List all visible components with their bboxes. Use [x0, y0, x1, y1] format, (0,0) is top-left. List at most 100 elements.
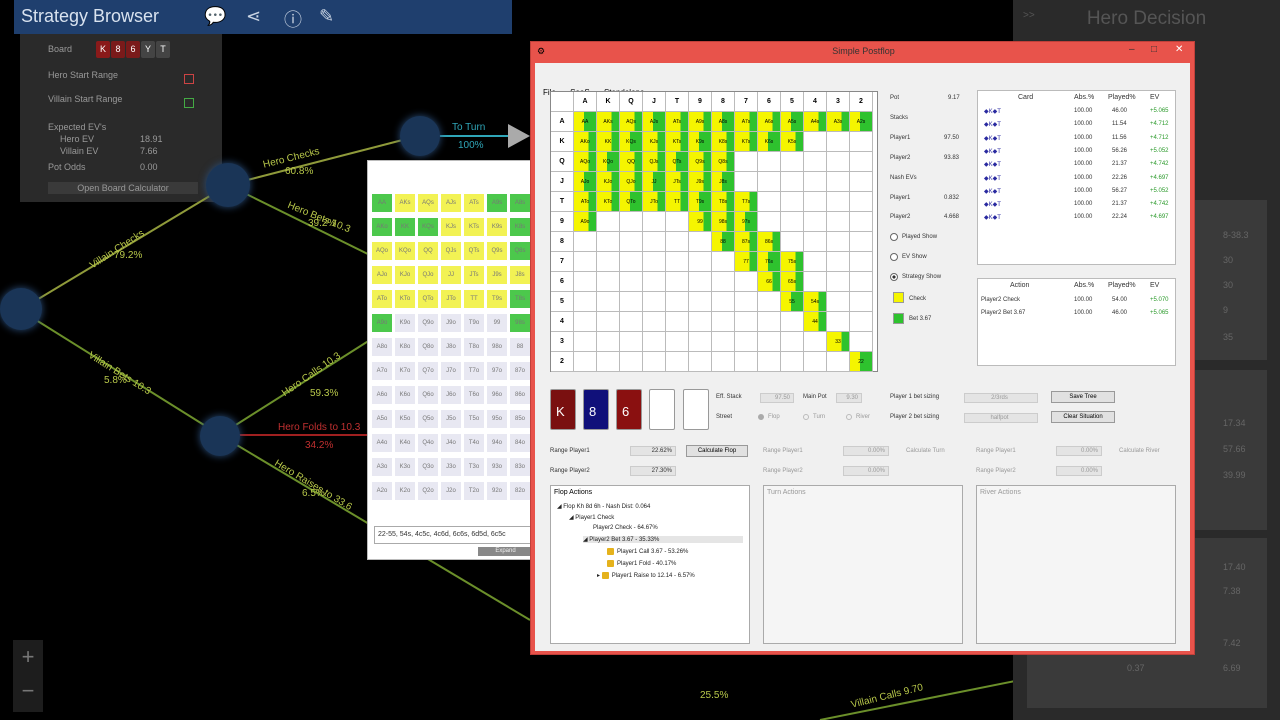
card-combo-icon[interactable]: ◆K◆T	[984, 175, 1001, 182]
grid-cell[interactable]	[666, 292, 689, 312]
range-cell[interactable]: QQ	[418, 242, 438, 260]
range-cell[interactable]: T9o	[464, 314, 484, 332]
tree-line[interactable]: Player1 Fold - 40.17%	[607, 560, 676, 567]
grid-cell[interactable]	[781, 172, 804, 192]
zoom-out-button[interactable]: −	[13, 674, 43, 708]
range-cell[interactable]: T4o	[464, 434, 484, 452]
tree-node-root[interactable]	[0, 288, 42, 330]
grid-cell[interactable]	[597, 352, 620, 372]
grid-cell[interactable]	[643, 232, 666, 252]
range-cell[interactable]: K4o	[395, 434, 415, 452]
range-cell[interactable]: AKo	[372, 218, 392, 236]
grid-cell[interactable]: AQs	[620, 112, 643, 132]
grid-cell[interactable]	[666, 272, 689, 292]
range-cell[interactable]: TT	[464, 290, 484, 308]
grid-cell[interactable]	[804, 152, 827, 172]
grid-cell[interactable]: 88	[712, 232, 735, 252]
range-cell[interactable]: T6o	[464, 386, 484, 404]
grid-cell[interactable]: A4s	[804, 112, 827, 132]
card-combo-icon[interactable]: ◆K◆T	[984, 148, 1001, 155]
action-name[interactable]: Player2 Bet 3.67	[981, 310, 1025, 316]
grid-cell[interactable]	[666, 312, 689, 332]
grid-cell[interactable]	[620, 272, 643, 292]
grid-cell[interactable]: A3s	[827, 112, 850, 132]
grid-cell[interactable]	[781, 212, 804, 232]
grid-cell[interactable]: A2s	[850, 112, 873, 132]
grid-cell[interactable]: A7s	[735, 112, 758, 132]
grid-cell[interactable]	[620, 332, 643, 352]
range-cell[interactable]: T8o	[464, 338, 484, 356]
range-cell[interactable]: Q8o	[418, 338, 438, 356]
grid-cell[interactable]	[597, 312, 620, 332]
range-cell[interactable]: KK	[395, 218, 415, 236]
range-cell[interactable]: A3o	[372, 458, 392, 476]
grid-cell[interactable]: QJo	[620, 172, 643, 192]
card-combo-icon[interactable]: ◆K◆T	[984, 135, 1001, 142]
grid-cell[interactable]	[850, 272, 873, 292]
range-cell[interactable]: A8o	[372, 338, 392, 356]
range-cell[interactable]: 98s	[510, 314, 530, 332]
grid-cell[interactable]: TT	[666, 192, 689, 212]
grid-cell[interactable]	[804, 352, 827, 372]
range-cell[interactable]: J9s	[487, 266, 507, 284]
range-cell[interactable]: AJs	[441, 194, 461, 212]
tree-node-villain-bet[interactable]	[200, 416, 240, 456]
range-cell[interactable]: A2o	[372, 482, 392, 500]
range-cell[interactable]: T2o	[464, 482, 484, 500]
range-cell[interactable]: KJo	[395, 266, 415, 284]
grid-cell[interactable]	[574, 332, 597, 352]
grid-cell[interactable]	[850, 232, 873, 252]
grid-cell[interactable]	[735, 332, 758, 352]
range-cell[interactable]: T5o	[464, 410, 484, 428]
range-cell[interactable]: K5o	[395, 410, 415, 428]
grid-cell[interactable]	[574, 312, 597, 332]
grid-cell[interactable]	[620, 232, 643, 252]
grid-cell[interactable]: 66	[758, 272, 781, 292]
range-cell[interactable]: Q3o	[418, 458, 438, 476]
range-cell[interactable]: T8s	[510, 290, 530, 308]
street-river-radio[interactable]	[846, 414, 852, 420]
grid-cell[interactable]	[850, 332, 873, 352]
tree-line-selected[interactable]: ◢ Player2 Bet 3.67 - 35.33%	[583, 536, 743, 543]
grid-cell[interactable]: A5s	[781, 112, 804, 132]
grid-cell[interactable]	[804, 212, 827, 232]
grid-cell[interactable]: KJo	[597, 172, 620, 192]
range-cell[interactable]: 97o	[487, 362, 507, 380]
river-card-slot[interactable]	[683, 389, 709, 430]
range-cell[interactable]: A8s	[510, 194, 530, 212]
grid-cell[interactable]	[827, 252, 850, 272]
grid-cell[interactable]: AJs	[643, 112, 666, 132]
range-cell[interactable]: KTs	[464, 218, 484, 236]
grid-cell[interactable]	[827, 292, 850, 312]
grid-cell[interactable]: 77	[735, 252, 758, 272]
grid-cell[interactable]: KK	[597, 132, 620, 152]
grid-cell[interactable]: 44	[804, 312, 827, 332]
grid-cell[interactable]: K6s	[758, 132, 781, 152]
grid-cell[interactable]	[643, 332, 666, 352]
grid-cell[interactable]: A6s	[758, 112, 781, 132]
grid-cell[interactable]	[597, 332, 620, 352]
grid-cell[interactable]	[827, 172, 850, 192]
main-pot-input[interactable]: 9.30	[836, 393, 862, 403]
grid-cell[interactable]	[735, 272, 758, 292]
range-cell[interactable]: 86o	[510, 386, 530, 404]
strategy-show-radio[interactable]	[890, 273, 898, 281]
grid-cell[interactable]	[827, 192, 850, 212]
range-cell[interactable]: A9s	[487, 194, 507, 212]
range-cell[interactable]: JJ	[441, 266, 461, 284]
grid-cell[interactable]: K8s	[712, 132, 735, 152]
range-cell[interactable]: Q6o	[418, 386, 438, 404]
grid-cell[interactable]	[689, 272, 712, 292]
grid-cell[interactable]	[804, 232, 827, 252]
grid-cell[interactable]	[758, 352, 781, 372]
range-cell[interactable]: A6o	[372, 386, 392, 404]
range-cell[interactable]: QTs	[464, 242, 484, 260]
range-cell[interactable]: J3o	[441, 458, 461, 476]
range-cell[interactable]: Q8s	[510, 242, 530, 260]
range-player1-value[interactable]: 22.62%	[630, 446, 676, 456]
grid-cell[interactable]	[643, 292, 666, 312]
range-cell[interactable]: 99	[487, 314, 507, 332]
grid-cell[interactable]	[574, 232, 597, 252]
range-cell[interactable]: K8o	[395, 338, 415, 356]
grid-cell[interactable]: QJs	[643, 152, 666, 172]
